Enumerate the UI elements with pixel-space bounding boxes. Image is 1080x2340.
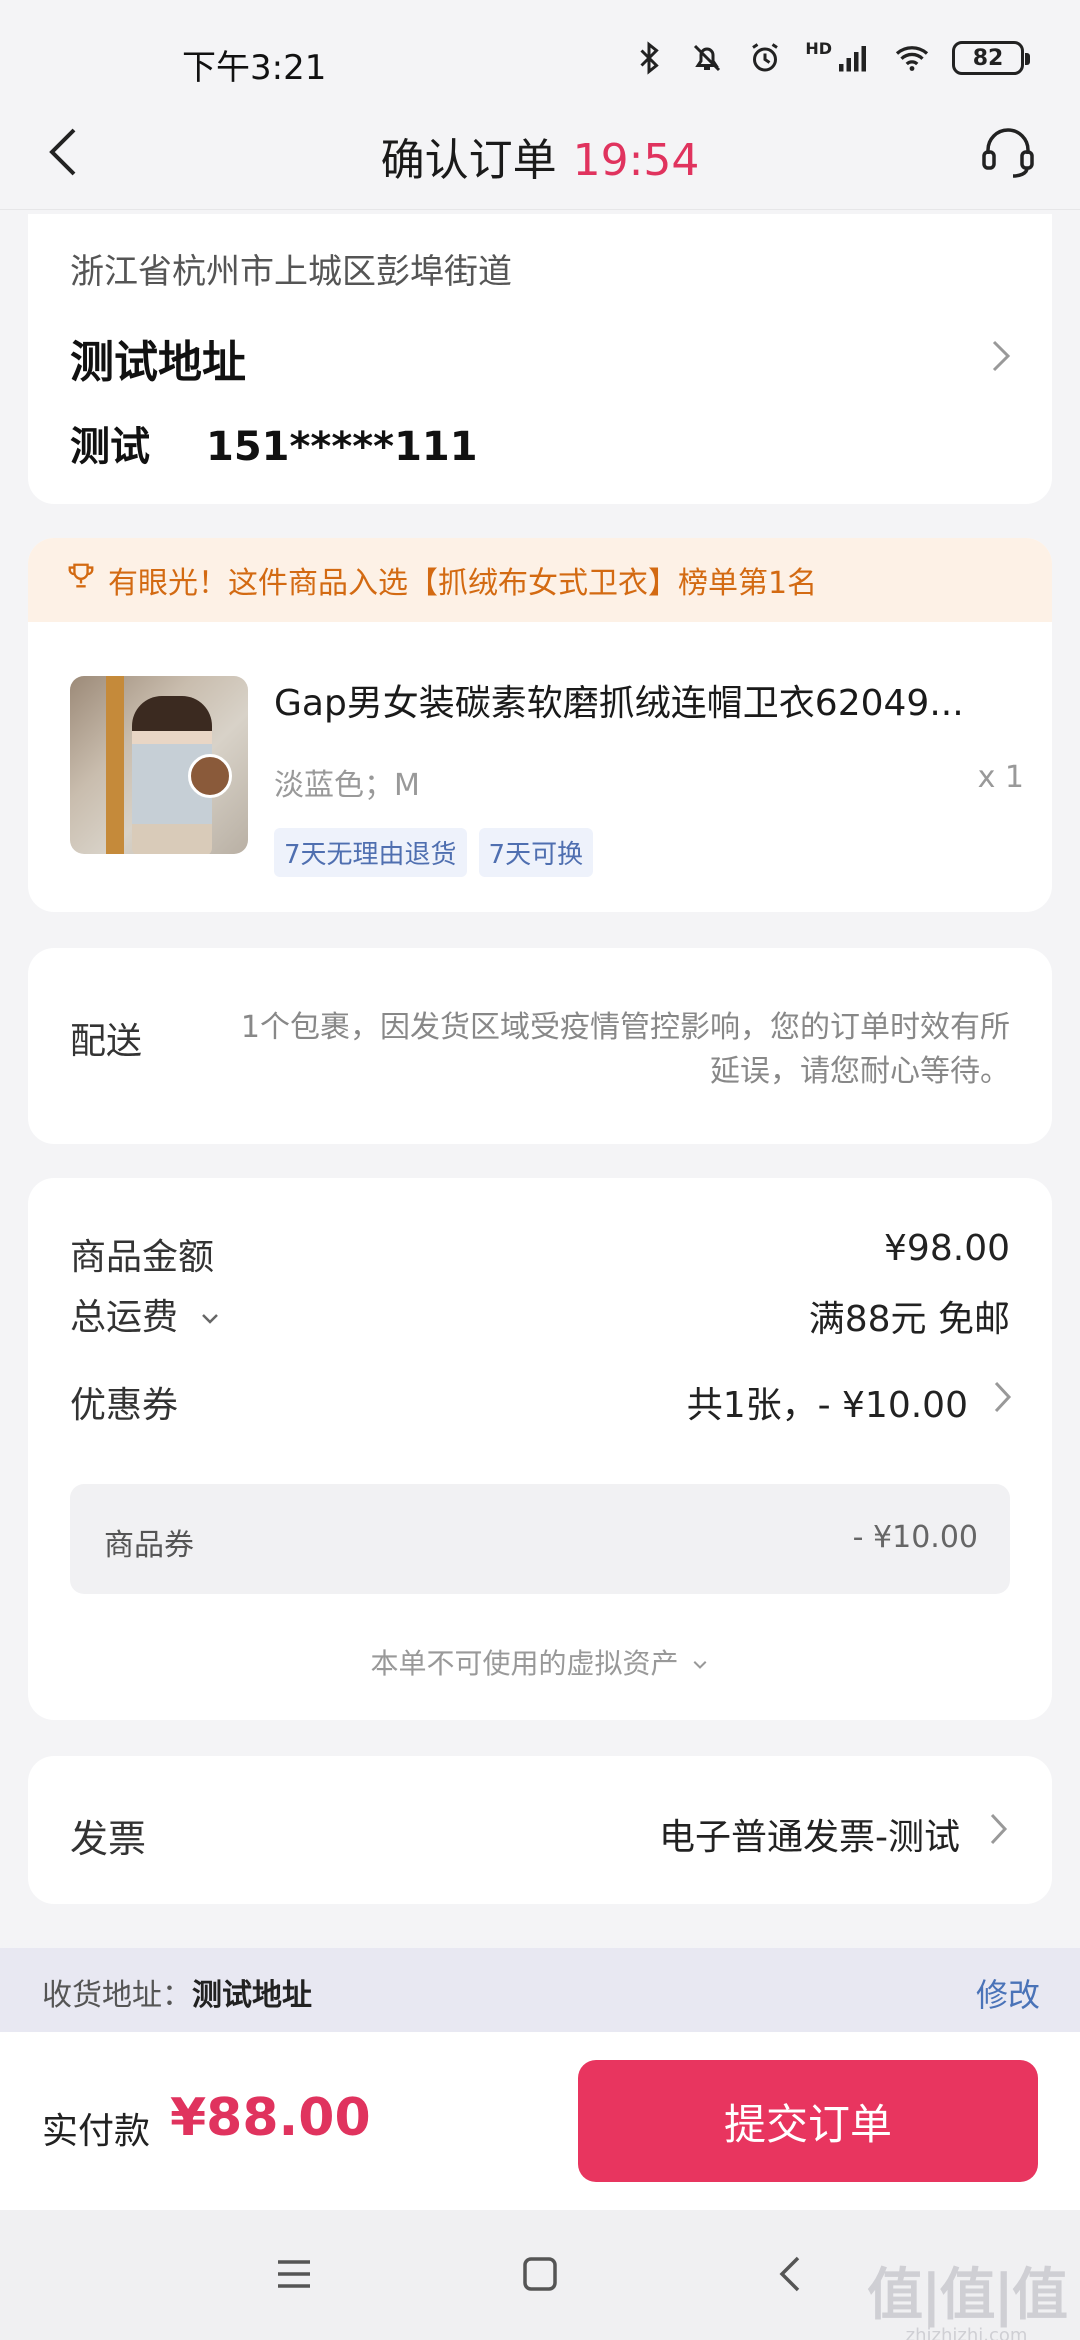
shipping-address-strip: 收货地址：测试地址 修改: [0, 1948, 1080, 2032]
watermark-logo: 值|值|值: [867, 2263, 1068, 2328]
chevron-down-icon: [202, 1314, 219, 1324]
invoice-label: 发票: [70, 1817, 147, 1861]
service-tags: 7天无理由退货 7天可换: [274, 828, 594, 877]
service-tag: 7天可换: [478, 828, 594, 877]
product-quantity: x 1: [977, 760, 1024, 795]
edit-address-link[interactable]: 修改: [976, 1970, 1040, 2016]
mute-bell-icon: [689, 38, 725, 78]
menu-icon: [278, 2260, 310, 2288]
virtual-assets-label: 本单不可使用的虚拟资产: [370, 1647, 679, 1680]
chevron-down-icon: [694, 1661, 707, 1669]
chevron-right-icon: [986, 1810, 1012, 1848]
chevron-right-icon: [986, 336, 1016, 376]
strip-address: 收货地址：测试地址: [42, 1970, 312, 2014]
network-type-label: HD: [805, 38, 832, 58]
delivery-label: 配送: [70, 1021, 143, 1062]
home-button[interactable]: [516, 2250, 564, 2298]
address-contact: 测试 151*****111: [70, 414, 478, 472]
product-title[interactable]: Gap男女装碳素软磨抓绒连帽卫衣62049...: [274, 674, 1014, 726]
page-title-text: 确认订单: [380, 135, 557, 186]
address-card[interactable]: 浙江省杭州市上城区彭埠街道 测试地址 测试 151*****111: [28, 214, 1052, 504]
back-triangle-icon: [779, 2256, 800, 2292]
coupon-value[interactable]: 共1张，- ¥10.00: [687, 1376, 968, 1428]
product-card: 有眼光！这件商品入选【抓绒布女式卫衣】榜单第1名 Gap男女装碳素软磨抓绒连帽卫…: [28, 538, 1052, 912]
home-square-icon: [523, 2257, 557, 2291]
delivery-notice: 1个包裹，因发货区域受疫情管控影响，您的订单时效有所 延误，请您耐心等待。: [190, 1006, 1010, 1094]
contact-phone: 151*****111: [206, 424, 478, 470]
wifi-icon: [894, 38, 930, 78]
nav-back-button[interactable]: [768, 2250, 816, 2298]
rank-banner-text: 有眼光！这件商品入选【抓绒布女式卫衣】榜单第1名: [108, 566, 818, 601]
status-icons: HD 82: [631, 38, 1030, 78]
page-header: 确认订单 19:54: [0, 100, 1080, 210]
chevron-right-icon[interactable]: [990, 1378, 1016, 1416]
delivery-card: 配送 1个包裹，因发货区域受疫情管控影响，您的订单时效有所 延误，请您耐心等待。: [28, 948, 1052, 1144]
contact-name: 测试: [70, 424, 150, 470]
goods-amount-label: 商品金额: [70, 1237, 215, 1278]
strip-address-value: 测试地址: [192, 1978, 312, 2013]
product-spec: 淡蓝色；M: [274, 768, 420, 803]
price-summary-card: 商品金额 ¥98.00 总运费 满88元 免邮 优惠券 共1张，- ¥10.00…: [28, 1178, 1052, 1720]
virtual-assets-toggle[interactable]: 本单不可使用的虚拟资产: [28, 1642, 1052, 1682]
customer-service-button[interactable]: [976, 120, 1040, 184]
page-title: 确认订单 19:54: [0, 124, 1080, 188]
goods-amount-value: ¥98.00: [884, 1228, 1010, 1269]
delivery-notice-line: 1个包裹，因发货区域受疫情管控影响，您的订单时效有所: [240, 1010, 1010, 1045]
invoice-value: 电子普通发票-测试: [659, 1817, 960, 1858]
submit-order-button[interactable]: 提交订单: [578, 2060, 1038, 2182]
headset-icon: [982, 128, 1034, 178]
countdown-timer: 19:54: [572, 135, 700, 186]
coupon-detail: 商品券 - ¥10.00: [70, 1484, 1010, 1594]
strip-address-label: 收货地址：: [42, 1978, 192, 2013]
delivery-notice-line: 延误，请您耐心等待。: [710, 1054, 1010, 1089]
shipping-value: 满88元 免邮: [808, 1299, 1010, 1340]
invoice-card[interactable]: 发票 电子普通发票-测试: [28, 1756, 1052, 1904]
address-region: 浙江省杭州市上城区彭埠街道: [70, 252, 512, 292]
menu-button[interactable]: [270, 2250, 318, 2298]
pay-label: 实付款: [42, 2111, 151, 2152]
service-tag: 7天无理由退货: [274, 828, 467, 877]
bluetooth-icon: [631, 38, 667, 78]
watermark: 值|值|值 zhizhizhi.com: [867, 2250, 1068, 2340]
rank-banner[interactable]: 有眼光！这件商品入选【抓绒布女式卫衣】榜单第1名: [28, 538, 1052, 622]
shipping-toggle[interactable]: 总运费: [70, 1288, 221, 1340]
coupon-label: 优惠券: [70, 1385, 179, 1426]
coupon-detail-value: - ¥10.00: [852, 1520, 978, 1555]
battery-indicator: 82: [952, 41, 1030, 75]
signal-icon: [836, 38, 872, 78]
coupon-detail-label: 商品券: [104, 1528, 194, 1563]
alarm-icon: [747, 38, 783, 78]
checkout-bar: 实付款 ¥88.00 提交订单: [0, 2032, 1080, 2210]
trophy-icon: [66, 561, 96, 599]
pay-amount: ¥88.00: [170, 2088, 371, 2148]
address-name: 测试地址: [70, 337, 246, 388]
product-image[interactable]: [70, 676, 248, 854]
status-time: 下午3:21: [182, 48, 327, 88]
shipping-label: 总运费: [70, 1297, 179, 1338]
